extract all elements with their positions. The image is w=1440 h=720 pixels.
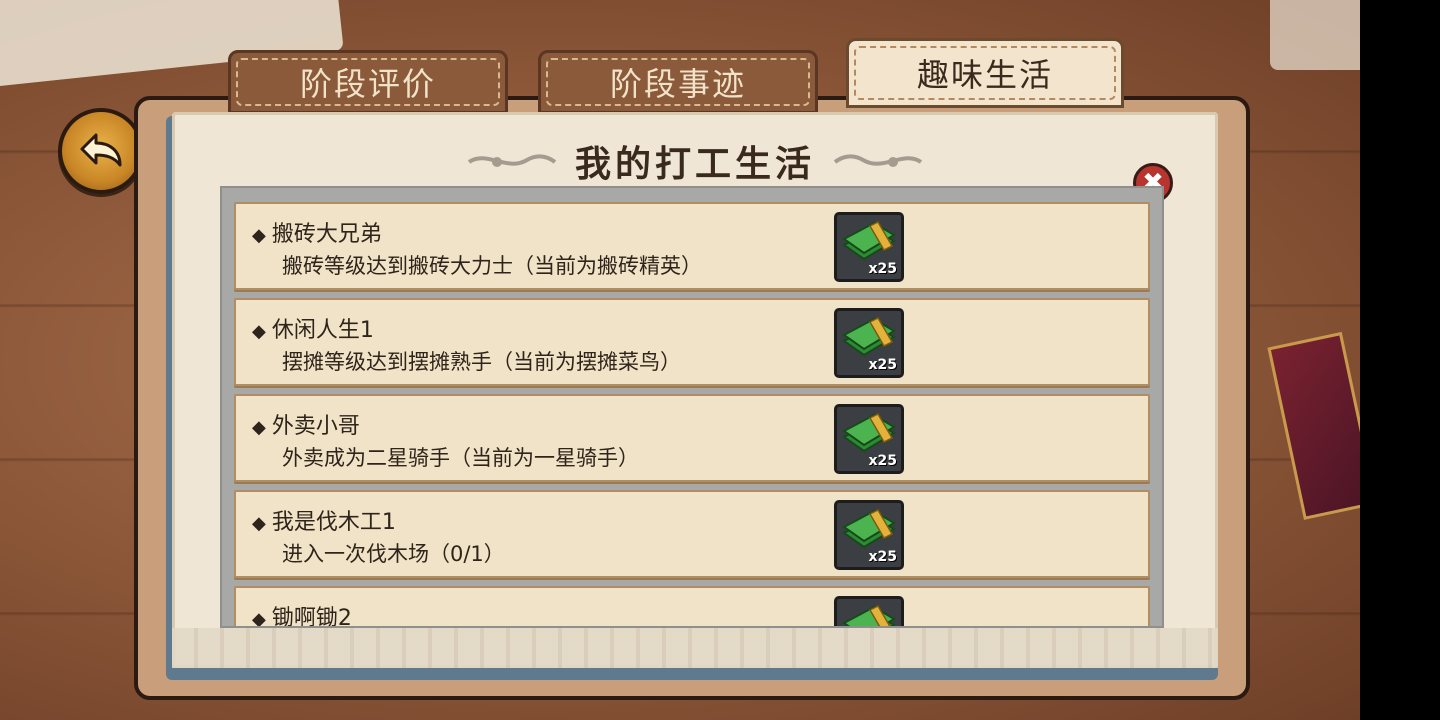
task-desc: 外卖成为二星骑手（当前为一星骑手） [282, 446, 639, 470]
background-plate [1270, 0, 1360, 70]
reward-item[interactable]: x25 [834, 500, 904, 570]
cash-bundle-icon [842, 221, 896, 261]
task-name-wrap: ◆ 我是伐木工1 [252, 504, 396, 536]
task-row[interactable]: ◆ 锄啊锄2 [234, 586, 1150, 628]
game-background: 阶段评价 阶段事迹 趣味生活 我的打工生活 ✖ ◆ 搬砖大兄弟 搬砖等级达到搬砖大… [0, 0, 1360, 720]
tab-label: 阶段评价 [299, 65, 436, 103]
task-name: 休闲人生1 [271, 318, 374, 343]
diamond-bullet-icon: ◆ [252, 417, 266, 438]
tab-label: 趣味生活 [916, 56, 1053, 94]
diamond-bullet-icon: ◆ [252, 321, 266, 342]
panel-title: 我的打工生活 [460, 138, 930, 185]
cash-bundle-icon [842, 605, 896, 626]
cash-bundle-icon [842, 509, 896, 549]
task-name: 我是伐木工1 [271, 510, 396, 535]
task-name: 搬砖大兄弟 [271, 222, 382, 247]
task-list[interactable]: ◆ 搬砖大兄弟 搬砖等级达到搬砖大力士（当前为搬砖精英） x25 ◆ 休闲人生1 摆… [220, 186, 1164, 628]
tab-fun-life[interactable]: 趣味生活 [846, 38, 1124, 108]
back-arrow-icon [80, 133, 122, 167]
ornament-right-icon [833, 154, 923, 167]
reward-item[interactable]: x25 [834, 212, 904, 282]
task-row[interactable]: ◆ 外卖小哥 外卖成为二星骑手（当前为一星骑手） x25 [234, 394, 1150, 482]
task-row[interactable]: ◆ 搬砖大兄弟 搬砖等级达到搬砖大力士（当前为搬砖精英） x25 [234, 202, 1150, 290]
task-desc: 搬砖等级达到搬砖大力士（当前为搬砖精英） [282, 254, 702, 278]
tab-label: 阶段事迹 [609, 65, 746, 103]
reward-item[interactable] [834, 596, 904, 626]
screen-edge [1360, 0, 1440, 720]
cash-bundle-icon [842, 413, 896, 453]
reward-quantity: x25 [868, 261, 897, 277]
diamond-bullet-icon: ◆ [252, 513, 266, 534]
task-name: 锄啊锄2 [271, 606, 352, 628]
task-name-wrap: ◆ 休闲人生1 [252, 312, 374, 344]
back-button[interactable] [58, 108, 144, 194]
task-name-wrap: ◆ 搬砖大兄弟 [252, 216, 382, 248]
diamond-bullet-icon: ◆ [252, 609, 266, 628]
diamond-bullet-icon: ◆ [252, 225, 266, 246]
reward-quantity: x25 [868, 453, 897, 469]
tab-stage-deeds[interactable]: 阶段事迹 [538, 50, 818, 114]
reward-quantity: x25 [868, 357, 897, 373]
background-cards [1267, 331, 1360, 520]
reward-item[interactable]: x25 [834, 404, 904, 474]
task-name-wrap: ◆ 锄啊锄2 [252, 600, 352, 628]
task-desc: 摆摊等级达到摆摊熟手（当前为摆摊菜鸟） [282, 350, 681, 374]
parchment-bottom-decoration [172, 628, 1218, 668]
task-row[interactable]: ◆ 我是伐木工1 进入一次伐木场（0/1） x25 [234, 490, 1150, 578]
task-desc: 进入一次伐木场（0/1） [282, 542, 505, 566]
task-name: 外卖小哥 [271, 414, 360, 439]
tab-stage-evaluation[interactable]: 阶段评价 [228, 50, 508, 114]
task-row[interactable]: ◆ 休闲人生1 摆摊等级达到摆摊熟手（当前为摆摊菜鸟） x25 [234, 298, 1150, 386]
panel-title-text: 我的打工生活 [574, 144, 815, 185]
reward-item[interactable]: x25 [834, 308, 904, 378]
cash-bundle-icon [842, 317, 896, 357]
reward-quantity: x25 [868, 549, 897, 565]
ornament-left-icon [467, 154, 557, 167]
task-name-wrap: ◆ 外卖小哥 [252, 408, 360, 440]
